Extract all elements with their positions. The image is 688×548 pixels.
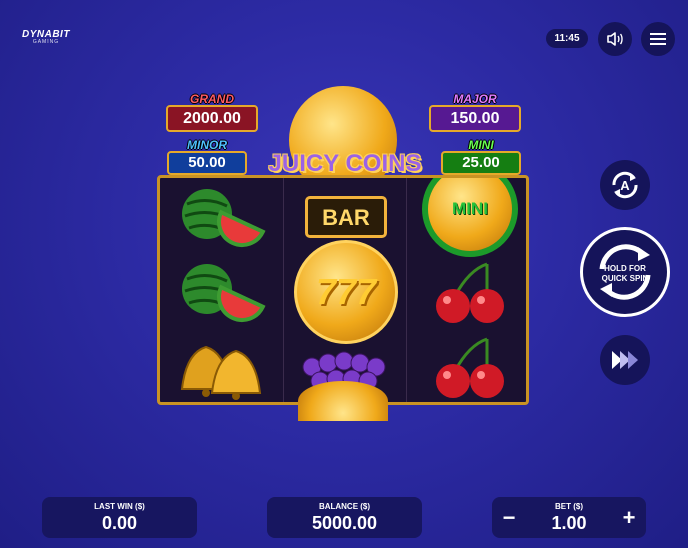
jackpot-minor: MINOR 50.00 [167,139,247,175]
jackpot-grand-value: 2000.00 [166,105,258,132]
speaker-icon [607,32,623,46]
last-win-label: LAST WIN ($) [94,502,145,511]
cherries-symbol [408,330,526,402]
cherries-symbol [408,255,526,329]
bells-symbol [160,330,284,402]
menu-button[interactable] [641,22,675,56]
jackpot-major: MAJOR 150.00 [429,93,521,132]
jackpot-major-label: MAJOR [453,92,497,106]
reel-frame: BAR 777 MINI [157,175,529,405]
bar-symbol-text: BAR [305,196,387,238]
svg-text:A: A [620,178,630,193]
jackpot-grand: GRAND 2000.00 [166,93,258,132]
cherries-icon [436,262,504,323]
quick-spin-button[interactable]: HOLD FOR QUICK SPIN [580,227,670,317]
jackpot-major-value: 150.00 [429,105,521,132]
fast-forward-icon [612,351,638,369]
quick-spin-label: HOLD FOR QUICK SPIN [601,264,649,283]
mini-coin-text: MINI [452,199,488,218]
seven-coin: 777 [294,240,398,344]
autoplay-button[interactable]: A [600,160,650,210]
watermelon-icon [182,264,266,322]
seven-coin-text: 777 [315,271,377,312]
balance-label: BALANCE ($) [318,502,371,511]
cherries-icon [436,337,504,398]
seven-coin-symbol: 777 [284,240,408,344]
watermelon-icon [182,189,266,247]
mini-coin: MINI [422,178,518,257]
partial-coin-below [298,381,388,421]
bells-icon [180,345,262,400]
bet-decrease-button[interactable]: − [496,505,522,531]
sound-button[interactable] [598,22,632,56]
bet-increase-button[interactable]: + [616,505,642,531]
watermelon-symbol [160,180,284,254]
jackpot-minor-value: 50.00 [167,151,247,175]
jackpot-mini-label: MINI [468,138,494,152]
jackpot-minor-label: MINOR [187,138,227,152]
watermelon-symbol [160,255,284,329]
game-title: JUICY COINS [268,150,422,177]
balance-panel: BALANCE ($) 5000.00 [267,497,422,538]
jackpot-mini: MINI 25.00 [441,139,521,175]
brand-logo: DYNABIT GAMING [22,30,70,45]
balance-value: 5000.00 [311,513,378,533]
hamburger-menu-icon [650,33,666,45]
brand-sub: GAMING [32,39,60,45]
turbo-button[interactable] [600,335,650,385]
clock: 11:45 [546,29,588,48]
last-win-value: 0.00 [101,513,138,533]
autoplay-icon: A [612,171,638,199]
mini-coin-symbol: MINI [408,178,526,257]
jackpot-mini-value: 25.00 [441,151,521,175]
last-win-panel: LAST WIN ($) 0.00 [42,497,197,538]
jackpot-grand-label: GRAND [190,92,234,106]
bet-panel: − BET ($) 1.00 + [492,497,646,538]
